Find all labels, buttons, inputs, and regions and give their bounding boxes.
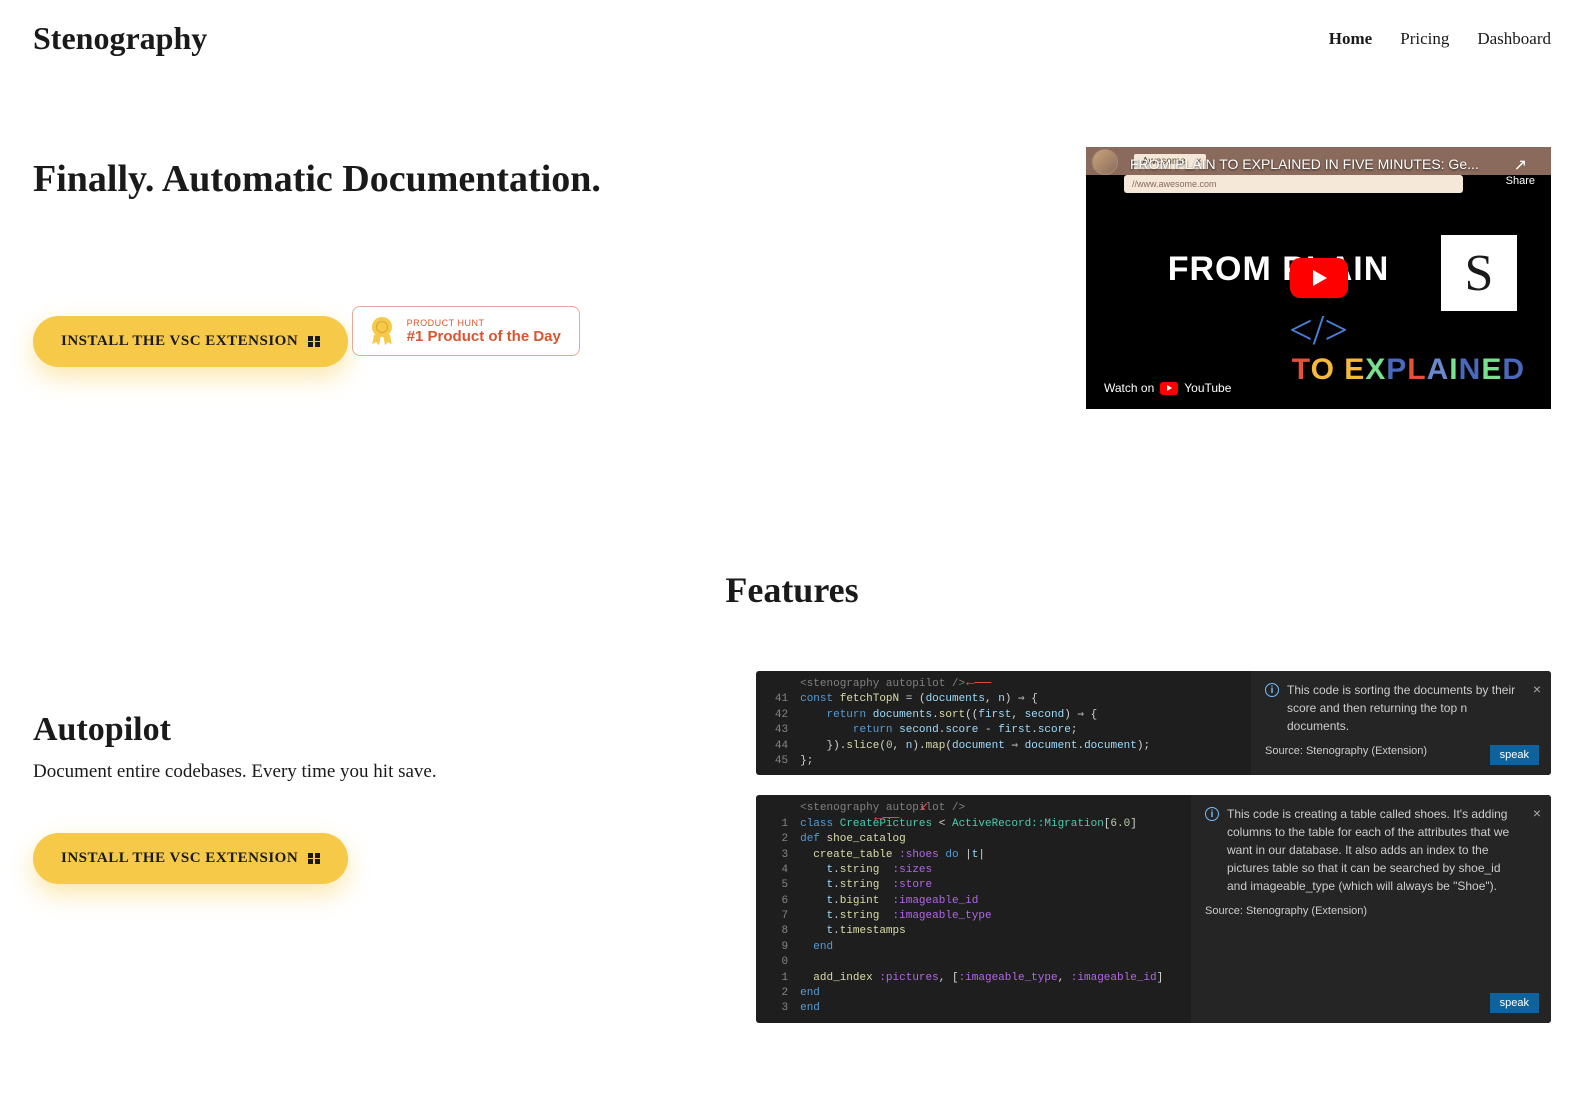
- video-share-button[interactable]: ↗ Share: [1506, 155, 1535, 187]
- explanation-panel-1: i This code is sorting the documents by …: [1251, 671, 1551, 775]
- watch-on-youtube-button[interactable]: Watch on YouTube: [1094, 375, 1241, 401]
- hero-title: Finally. Automatic Documentation.: [33, 157, 1046, 201]
- video-headline-bottom: TO EXPLAINED: [1292, 353, 1525, 387]
- video-url-bar: //www.awesome.com: [1124, 175, 1463, 193]
- code-example-1: <stenography autopilot />←—— 41const fet…: [756, 671, 1551, 775]
- nav-dashboard[interactable]: Dashboard: [1477, 29, 1551, 49]
- explanation-text: This code is creating a table called sho…: [1227, 805, 1523, 895]
- explanation-source: Source: Stenography (Extension): [1205, 905, 1537, 917]
- feature-text: Autopilot Document entire codebases. Eve…: [33, 671, 716, 884]
- stenography-logo-icon: S: [1441, 235, 1517, 311]
- video-player[interactable]: Awesome × //www.awesome.com FROM PLAIN T…: [1086, 147, 1551, 409]
- medal-icon: [371, 317, 393, 345]
- autopilot-feature: Autopilot Document entire codebases. Eve…: [33, 651, 1551, 1023]
- youtube-label: YouTube: [1184, 381, 1231, 395]
- share-icon: ↗: [1506, 155, 1535, 175]
- code-editor-1: <stenography autopilot />←—— 41const fet…: [756, 671, 1251, 775]
- watch-on-label: Watch on: [1104, 381, 1154, 395]
- product-hunt-text: PRODUCT HUNT #1 Product of the Day: [407, 318, 561, 345]
- extension-grid-icon: [308, 336, 320, 348]
- explanation-text: This code is sorting the documents by th…: [1287, 681, 1523, 735]
- arrow-icon: ←——: [874, 809, 899, 829]
- info-icon: i: [1265, 683, 1279, 697]
- install-extension-button[interactable]: INSTALL THE VSC EXTENSION: [33, 316, 348, 367]
- nav-pricing[interactable]: Pricing: [1400, 29, 1449, 49]
- video-channel-avatar: [1092, 149, 1118, 175]
- install-button-label: INSTALL THE VSC EXTENSION: [61, 850, 298, 867]
- speak-button[interactable]: speak: [1490, 993, 1539, 1013]
- nav-home[interactable]: Home: [1329, 29, 1372, 49]
- explanation-panel-2: i This code is creating a table called s…: [1191, 795, 1551, 1022]
- video-headline-top: FROM PLAIN: [1168, 250, 1390, 289]
- hero-video: Awesome × //www.awesome.com FROM PLAIN T…: [1086, 147, 1551, 409]
- play-icon: [1313, 270, 1327, 286]
- feature-description: Document entire codebases. Every time yo…: [33, 761, 716, 783]
- product-hunt-badge[interactable]: PRODUCT HUNT #1 Product of the Day: [352, 306, 580, 356]
- hero-content: Finally. Automatic Documentation. INSTAL…: [33, 147, 1046, 367]
- code-bracket-icon: [1289, 307, 1348, 355]
- close-icon[interactable]: ×: [1533, 681, 1541, 697]
- arrow-icon: ←——: [966, 674, 991, 694]
- video-title: FROM PLAIN TO EXPLAINED IN FIVE MINUTES:…: [1130, 156, 1486, 172]
- extension-grid-icon: [308, 853, 320, 865]
- install-extension-button-feature[interactable]: INSTALL THE VSC EXTENSION: [33, 833, 348, 884]
- brand-logo[interactable]: Stenography: [33, 20, 207, 57]
- hero-section: Finally. Automatic Documentation. INSTAL…: [33, 97, 1551, 509]
- install-button-label: INSTALL THE VSC EXTENSION: [61, 333, 298, 350]
- product-hunt-label: PRODUCT HUNT: [407, 318, 561, 328]
- product-hunt-title: #1 Product of the Day: [407, 328, 561, 345]
- info-icon: i: [1205, 807, 1219, 821]
- code-editor-2: <stenography autopilot />↙ 1class Create…: [756, 795, 1191, 1022]
- feature-screenshots: <stenography autopilot />←—— 41const fet…: [756, 671, 1551, 1023]
- youtube-icon: [1160, 382, 1178, 395]
- features-heading: Features: [33, 569, 1551, 611]
- main-nav: Home Pricing Dashboard: [1329, 29, 1551, 49]
- play-button[interactable]: [1290, 258, 1348, 298]
- code-example-2: <stenography autopilot />↙ 1class Create…: [756, 795, 1551, 1022]
- arrow-icon: ↙: [920, 797, 928, 817]
- speak-button[interactable]: speak: [1490, 745, 1539, 765]
- feature-title: Autopilot: [33, 711, 716, 749]
- close-icon[interactable]: ×: [1533, 805, 1541, 821]
